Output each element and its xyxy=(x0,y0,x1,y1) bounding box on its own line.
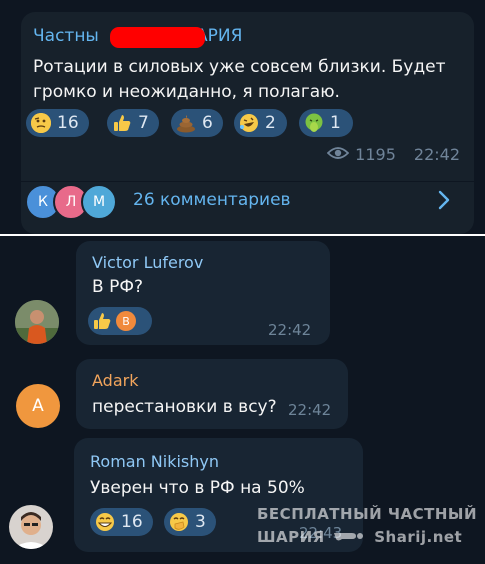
eye-icon xyxy=(326,145,350,164)
post-meta: 1195 22:42 xyxy=(326,145,460,164)
reaction-count: 2 xyxy=(265,113,276,133)
reaction-count: 1 xyxy=(330,113,341,133)
vomiting-face-icon xyxy=(304,113,324,133)
reaction-count: 16 xyxy=(121,512,143,532)
reaction-thinking[interactable]: 16 xyxy=(26,109,89,137)
comment-author[interactable]: Victor Luferov xyxy=(92,253,203,272)
divider xyxy=(0,234,485,236)
comment-author[interactable]: Adark xyxy=(92,371,138,390)
post-time: 22:42 xyxy=(413,145,460,164)
divider xyxy=(21,181,474,182)
reaction-poo[interactable]: 6 xyxy=(171,109,223,137)
thinking-face-icon xyxy=(31,113,51,133)
reaction-thumbs-up[interactable]: В xyxy=(88,307,152,335)
grinning-face-icon xyxy=(95,512,115,532)
comment-bubble: Victor Luferov В РФ? В 22:42 xyxy=(76,241,330,345)
comment-time: 22:42 xyxy=(288,401,332,419)
avatar[interactable] xyxy=(9,505,53,549)
pointing-hand-icon xyxy=(334,529,364,547)
comment-text: Уверен что в РФ на 50% xyxy=(90,478,305,498)
avatar[interactable] xyxy=(15,300,59,344)
reaction-thumbs-up[interactable]: 7 xyxy=(107,109,159,137)
rofl-face-icon xyxy=(239,113,259,133)
thumbs-up-icon xyxy=(92,311,112,331)
watermark-line2: ШАРИЯ Sharij.net xyxy=(257,528,463,547)
post-text: Ротации в силовых уже совсем близки. Буд… xyxy=(33,57,446,102)
comment-author[interactable]: Roman Nikishyn xyxy=(90,452,219,471)
avatar: М xyxy=(81,184,117,220)
avatar[interactable]: A xyxy=(16,384,60,428)
comment-bubble: Adark перестановки в всу? 22:42 xyxy=(76,359,348,429)
commenters-avatars[interactable]: К Л М xyxy=(25,184,125,220)
pile-of-poo-icon xyxy=(176,113,196,133)
watermark-line1: БЕСПЛАТНЫЙ ЧАСТНЫЙ xyxy=(257,505,478,523)
reaction-count: 6 xyxy=(202,113,213,133)
reaction-count: 7 xyxy=(138,113,149,133)
comments-link[interactable]: 26 комментариев xyxy=(133,190,291,210)
comment-time: 22:42 xyxy=(268,321,312,339)
comment-text: В РФ? xyxy=(92,277,143,297)
face-with-hand-over-mouth-icon xyxy=(169,512,189,532)
avatar: В xyxy=(116,311,136,331)
reaction-count: 16 xyxy=(57,113,79,133)
reaction-vomit[interactable]: 1 xyxy=(299,109,353,137)
reaction-count: 3 xyxy=(195,512,206,532)
reaction-grinning[interactable]: 16 xyxy=(90,508,153,536)
channel-post: Частны ШАРИЯ Ротации в силовых уже совсем… xyxy=(21,12,474,234)
reaction-rofl[interactable]: 2 xyxy=(234,109,287,137)
comment-text: перестановки в всу? xyxy=(92,397,277,417)
chevron-right-icon[interactable] xyxy=(437,189,451,217)
redaction-mark xyxy=(110,27,205,48)
reaction-hand-over-mouth[interactable]: 3 xyxy=(164,508,216,536)
views-count: 1195 xyxy=(355,145,396,164)
thumbs-up-icon xyxy=(112,113,132,133)
